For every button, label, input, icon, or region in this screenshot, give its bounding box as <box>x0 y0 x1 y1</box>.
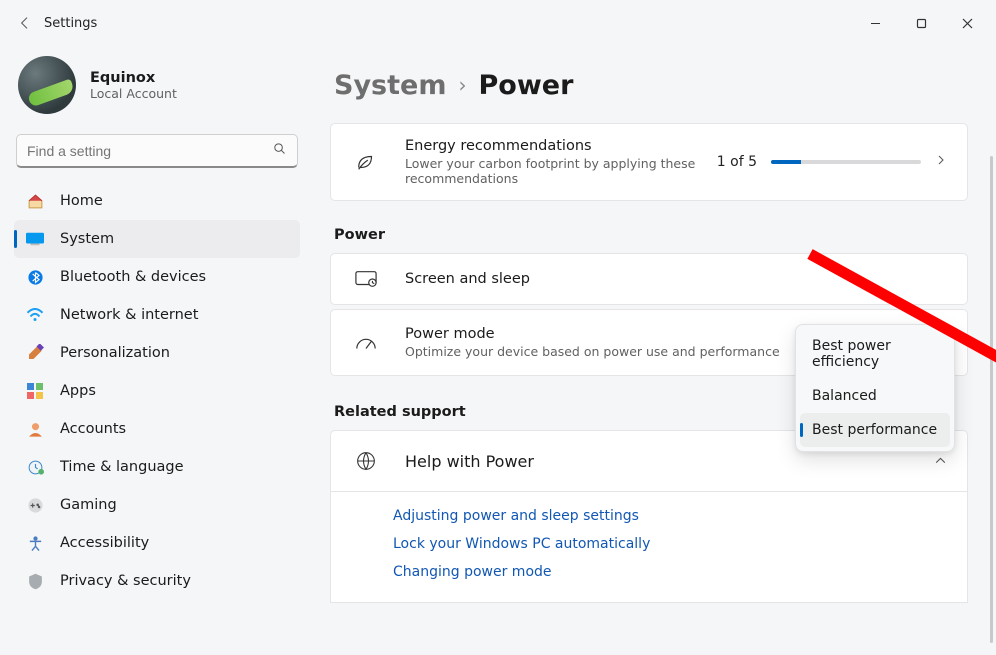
leaf-icon <box>351 151 381 173</box>
sidebar-item-gaming[interactable]: Gaming <box>14 486 300 524</box>
sidebar-item-personalization[interactable]: Personalization <box>14 334 300 372</box>
scrollbar[interactable] <box>990 156 993 643</box>
back-button[interactable] <box>10 8 40 38</box>
globe-icon <box>351 451 381 471</box>
wifi-icon <box>26 306 44 324</box>
sidebar-item-label: Bluetooth & devices <box>60 269 206 285</box>
help-links: Adjusting power and sleep settings Lock … <box>330 492 968 603</box>
sidebar-item-system[interactable]: System <box>14 220 300 258</box>
account-subtitle: Local Account <box>90 86 177 101</box>
dropdown-option-efficiency[interactable]: Best power efficiency <box>800 329 950 379</box>
help-link-adjusting[interactable]: Adjusting power and sleep settings <box>393 508 947 524</box>
sidebar-item-time[interactable]: Time & language <box>14 448 300 486</box>
dropdown-option-performance[interactable]: Best performance <box>800 413 950 447</box>
brush-icon <box>26 344 44 362</box>
screen-icon <box>351 270 381 288</box>
search-icon <box>272 141 287 160</box>
sidebar-item-network[interactable]: Network & internet <box>14 296 300 334</box>
power-mode-dropdown[interactable]: Best power efficiency Balanced Best perf… <box>795 324 955 452</box>
nav: Home System Bluetooth & devices Network … <box>14 182 300 600</box>
avatar <box>18 56 76 114</box>
window-controls <box>852 6 990 40</box>
account-name: Equinox <box>90 70 177 86</box>
chevron-right-icon: › <box>458 73 466 97</box>
chevron-up-icon <box>934 452 947 471</box>
system-icon <box>26 230 44 248</box>
power-section-label: Power <box>334 227 968 243</box>
titlebar: Settings <box>0 0 996 46</box>
energy-counter: 1 of 5 <box>717 154 757 170</box>
person-icon <box>26 420 44 438</box>
window-title: Settings <box>44 16 97 31</box>
sidebar-item-label: Time & language <box>60 459 184 475</box>
sidebar-item-label: Home <box>60 193 103 209</box>
sidebar-item-home[interactable]: Home <box>14 182 300 220</box>
page-title: Power <box>478 70 573 101</box>
energy-subtitle: Lower your carbon footprint by applying … <box>405 156 705 186</box>
sidebar-item-privacy[interactable]: Privacy & security <box>14 562 300 600</box>
sidebar-item-accessibility[interactable]: Accessibility <box>14 524 300 562</box>
maximize-button[interactable] <box>898 6 944 40</box>
search-input[interactable] <box>16 134 298 168</box>
sidebar-item-label: Accounts <box>60 421 126 437</box>
power-mode-subtitle: Optimize your device based on power use … <box>405 344 780 359</box>
energy-recommendations-card[interactable]: Energy recommendations Lower your carbon… <box>330 123 968 201</box>
gauge-icon <box>351 335 381 351</box>
sidebar: Equinox Local Account Home System Blueto… <box>0 46 312 655</box>
screen-sleep-title: Screen and sleep <box>405 271 530 287</box>
apps-icon <box>26 382 44 400</box>
breadcrumb-parent[interactable]: System <box>334 70 446 101</box>
close-button[interactable] <box>944 6 990 40</box>
search-field[interactable] <box>27 143 272 159</box>
sidebar-item-label: Gaming <box>60 497 117 513</box>
sidebar-item-bluetooth[interactable]: Bluetooth & devices <box>14 258 300 296</box>
help-title: Help with Power <box>405 452 534 471</box>
sidebar-item-label: Accessibility <box>60 535 149 551</box>
sidebar-item-label: Network & internet <box>60 307 198 323</box>
sidebar-item-label: Apps <box>60 383 96 399</box>
sidebar-item-label: Privacy & security <box>60 573 191 589</box>
bluetooth-icon <box>26 268 44 286</box>
chevron-right-icon <box>935 154 947 170</box>
energy-progress <box>771 160 921 164</box>
help-link-changing[interactable]: Changing power mode <box>393 564 947 580</box>
main-content: System › Power Energy recommendations Lo… <box>312 46 996 655</box>
sidebar-item-accounts[interactable]: Accounts <box>14 410 300 448</box>
help-link-lock[interactable]: Lock your Windows PC automatically <box>393 536 947 552</box>
account-header[interactable]: Equinox Local Account <box>14 50 300 132</box>
sidebar-item-label: System <box>60 231 114 247</box>
sidebar-item-label: Personalization <box>60 345 170 361</box>
accessibility-icon <box>26 534 44 552</box>
sidebar-item-apps[interactable]: Apps <box>14 372 300 410</box>
breadcrumb: System › Power <box>334 70 968 101</box>
gaming-icon <box>26 496 44 514</box>
power-mode-title: Power mode <box>405 326 780 342</box>
shield-icon <box>26 572 44 590</box>
energy-title: Energy recommendations <box>405 138 705 154</box>
screen-and-sleep-row[interactable]: Screen and sleep <box>330 253 968 305</box>
minimize-button[interactable] <box>852 6 898 40</box>
dropdown-option-balanced[interactable]: Balanced <box>800 379 950 413</box>
home-icon <box>26 192 44 210</box>
clock-icon <box>26 458 44 476</box>
